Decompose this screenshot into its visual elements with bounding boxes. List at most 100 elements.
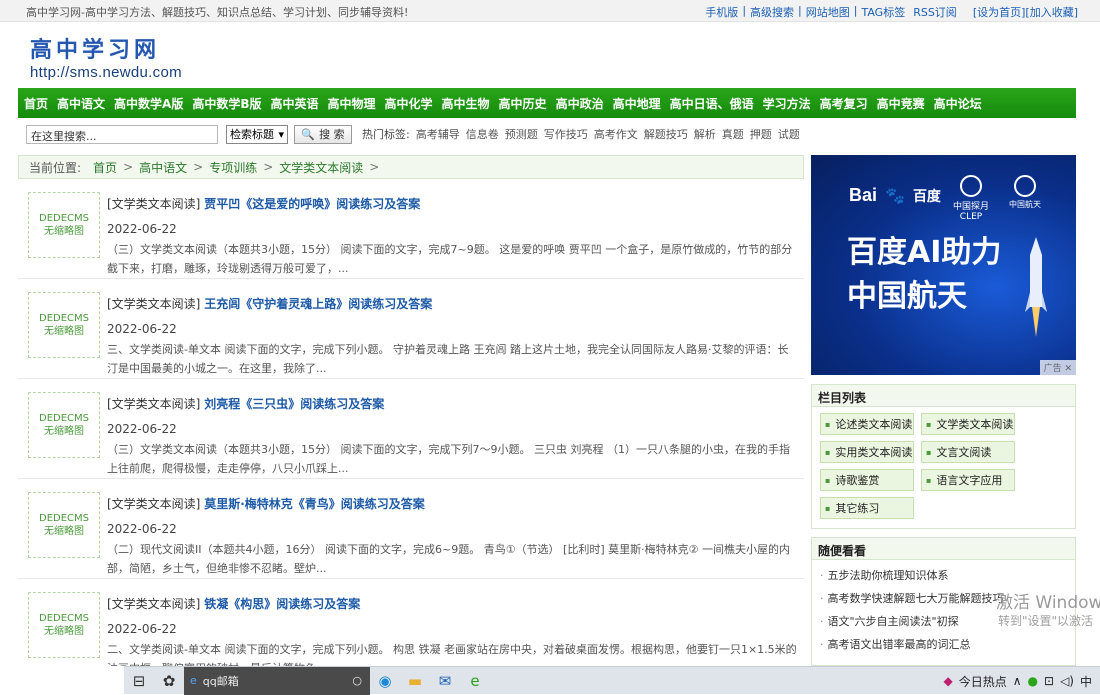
link-mobile[interactable]: 手机版: [705, 4, 738, 20]
taskbar-search[interactable]: e qq邮箱 ○: [184, 666, 370, 695]
article-desc: （三）文学类文本阅读（本题共3小题，15分） 阅读下面的文字，完成7~9题。 这…: [107, 243, 793, 275]
random-item[interactable]: · 高考语文出错率最高的词汇总: [820, 633, 1069, 656]
breadcrumb-training[interactable]: 专项训练: [209, 159, 257, 176]
column-link[interactable]: ▪ 文言文阅读: [921, 441, 1015, 463]
link-advanced-search[interactable]: 高级搜索: [750, 4, 794, 20]
hot-tag[interactable]: 信息卷: [466, 126, 499, 142]
column-link[interactable]: ▪ 其它练习: [820, 497, 914, 519]
article-date: 2022-06-22: [107, 522, 177, 536]
article-title[interactable]: 刘亮程《三只虫》阅读练习及答案: [204, 397, 384, 411]
article-desc: 三、文学类阅读-单文本 阅读下面的文字，完成下列小题。 守护着灵魂上路 王充闾 …: [107, 343, 789, 375]
ad-headline-2: 中国航天: [847, 279, 967, 314]
article-category[interactable]: [文学类文本阅读]: [107, 597, 200, 611]
column-link[interactable]: ▪ 诗歌鉴赏: [820, 469, 914, 491]
search-button[interactable]: 🔍 搜 索: [294, 124, 352, 144]
ad-label[interactable]: 广告 ✕: [1039, 360, 1076, 375]
link-sitemap[interactable]: 网站地图: [806, 4, 850, 20]
hot-tag[interactable]: 高考作文: [594, 126, 638, 142]
news-icon[interactable]: ◆: [943, 674, 952, 688]
hot-tag[interactable]: 真题: [722, 126, 744, 142]
nav-item[interactable]: 高中语文: [57, 95, 105, 112]
file-explorer-icon[interactable]: ▬: [400, 667, 430, 695]
article-category[interactable]: [文学类文本阅读]: [107, 397, 200, 411]
article-date: 2022-06-22: [107, 222, 177, 236]
hot-tag[interactable]: 解题技巧: [644, 126, 688, 142]
nav-item[interactable]: 高中政治: [556, 95, 604, 112]
breadcrumb-current[interactable]: 文学类文本阅读: [279, 159, 363, 176]
article-title[interactable]: 王充闾《守护着灵魂上路》阅读练习及答案: [204, 297, 432, 311]
article-item: DEDECMS 无缩略图 [文学类文本阅读] 王充闾《守护着灵魂上路》阅读练习及答…: [18, 281, 804, 379]
article-item: DEDECMS 无缩略图 [文学类文本阅读] 贾平凹《这是爱的呼唤》阅读练习及答案…: [18, 181, 804, 279]
nav-item[interactable]: 高中数学A版: [114, 95, 183, 112]
article-category[interactable]: [文学类文本阅读]: [107, 197, 200, 211]
ie-browser-icon[interactable]: e: [460, 667, 490, 695]
article-title[interactable]: 莫里斯·梅特林克《青鸟》阅读练习及答案: [204, 497, 425, 511]
nav-item[interactable]: 高中物理: [328, 95, 376, 112]
nav-item[interactable]: 首页: [24, 95, 48, 112]
mail-icon[interactable]: ✉: [430, 667, 460, 695]
column-link[interactable]: ▪ 文学类文本阅读: [921, 413, 1015, 435]
nav-item[interactable]: 高中历史: [499, 95, 547, 112]
volume-icon[interactable]: ◁): [1060, 674, 1074, 688]
article-thumbnail[interactable]: DEDECMS 无缩略图: [28, 492, 100, 558]
widgets-icon[interactable]: ✿: [154, 667, 184, 695]
cnsa-logo: 中国航天: [1009, 175, 1041, 210]
breadcrumb-home[interactable]: 首页: [93, 159, 117, 176]
hot-tag[interactable]: 押题: [750, 126, 772, 142]
nav-item[interactable]: 高中化学: [385, 95, 433, 112]
column-label: 文学类文本阅读: [936, 418, 1014, 431]
nav-item[interactable]: 高中英语: [270, 95, 318, 112]
thumb-text: DEDECMS: [39, 513, 89, 524]
nav-item[interactable]: 高中数学B版: [192, 95, 261, 112]
nav-item[interactable]: 高中地理: [613, 95, 661, 112]
column-label: 其它练习: [835, 502, 880, 515]
nav-item[interactable]: 高中日语、俄语: [670, 95, 754, 112]
article-title[interactable]: 贾平凹《这是爱的呼唤》阅读练习及答案: [204, 197, 420, 211]
add-favorite-link[interactable]: [加入收藏]: [1025, 4, 1078, 20]
column-link[interactable]: ▪ 语言文字应用: [921, 469, 1015, 491]
paw-icon: 🐾: [885, 186, 905, 205]
set-homepage-link[interactable]: [设为首页]: [973, 4, 1026, 20]
article-title[interactable]: 铁凝《构思》阅读练习及答案: [204, 597, 360, 611]
link-tags[interactable]: TAG标签: [861, 4, 905, 20]
edge-browser-icon[interactable]: ◉: [370, 667, 400, 695]
tray-app-icon[interactable]: ●: [1028, 674, 1038, 688]
search-input[interactable]: 在这里搜索...: [26, 124, 218, 144]
search-type-select[interactable]: 检索标题 ▾: [226, 124, 288, 144]
article-thumbnail[interactable]: DEDECMS 无缩略图: [28, 592, 100, 658]
site-logo[interactable]: 高中学习网 http://sms.newdu.com: [30, 32, 182, 81]
task-view-icon[interactable]: ⊟: [124, 667, 154, 695]
nav-item[interactable]: 高中论坛: [934, 95, 982, 112]
article-thumbnail[interactable]: DEDECMS 无缩略图: [28, 292, 100, 358]
nav-item[interactable]: 高中生物: [442, 95, 490, 112]
hot-tag[interactable]: 解析: [694, 126, 716, 142]
nav-item[interactable]: 高考复习: [820, 95, 868, 112]
taskbar-search-text: qq邮箱: [202, 674, 239, 688]
hot-tag[interactable]: 预测题: [505, 126, 538, 142]
nav-item[interactable]: 高中竞赛: [877, 95, 925, 112]
hot-tags-label: 热门标签:: [362, 128, 410, 141]
hot-tag[interactable]: 试题: [778, 126, 800, 142]
ad-banner[interactable]: Bai 🐾 百度 中国探月 CLEP 中国航天 百度AI助力 中国航天 广告 ✕: [811, 155, 1076, 375]
article-item: DEDECMS 无缩略图 [文学类文本阅读] 莫里斯·梅特林克《青鸟》阅读练习及答…: [18, 481, 804, 579]
article-category[interactable]: [文学类文本阅读]: [107, 497, 200, 511]
network-icon[interactable]: ⊡: [1044, 674, 1054, 688]
breadcrumb-chinese[interactable]: 高中语文: [139, 159, 187, 176]
taskbar-hot-news[interactable]: 今日热点: [959, 673, 1007, 690]
thumb-text: 无缩略图: [44, 426, 84, 437]
article-thumbnail[interactable]: DEDECMS 无缩略图: [28, 192, 100, 258]
nav-item[interactable]: 学习方法: [763, 95, 811, 112]
ime-icon[interactable]: 中: [1080, 673, 1092, 690]
column-link[interactable]: ▪ 论述类文本阅读: [820, 413, 914, 435]
search-row: 在这里搜索... 检索标题 ▾ 🔍 搜 索 热门标签: 高考辅导 信息卷 预测题…: [26, 124, 1076, 144]
article-thumbnail[interactable]: DEDECMS 无缩略图: [28, 392, 100, 458]
column-link[interactable]: ▪ 实用类文本阅读: [820, 441, 914, 463]
link-rss[interactable]: RSS订阅: [913, 4, 957, 20]
hot-tag[interactable]: 高考辅导: [416, 126, 460, 142]
chevron-up-icon[interactable]: ∧: [1013, 674, 1022, 688]
random-item[interactable]: · 五步法助你梳理知识体系: [820, 564, 1069, 587]
thumb-text: DEDECMS: [39, 413, 89, 424]
hot-tag[interactable]: 写作技巧: [544, 126, 588, 142]
search-type-value: 检索标题: [230, 128, 274, 141]
article-category[interactable]: [文学类文本阅读]: [107, 297, 200, 311]
